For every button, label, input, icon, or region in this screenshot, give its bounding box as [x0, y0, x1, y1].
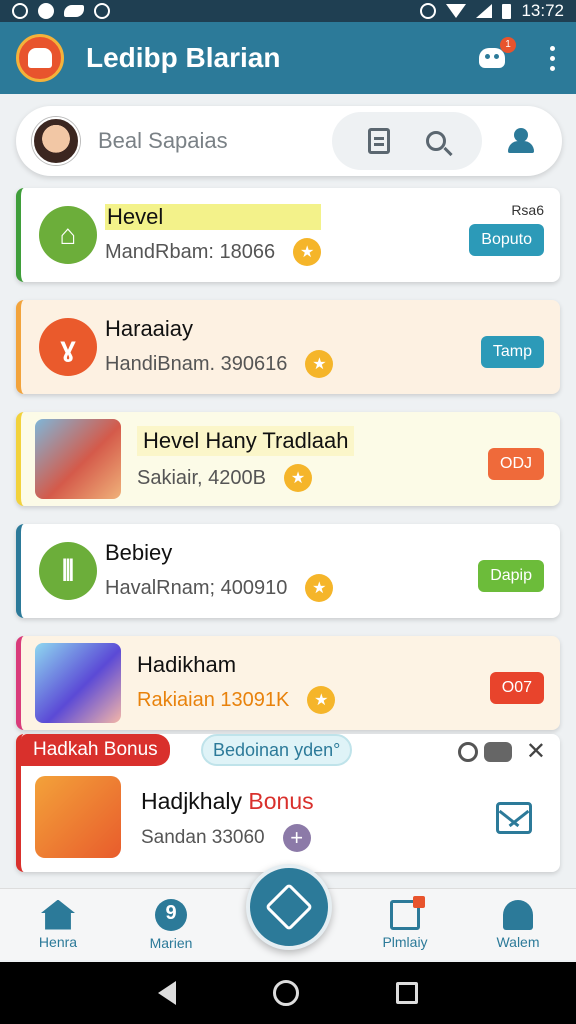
- item-subtitle: HandiBnam. 390616: [105, 352, 288, 375]
- nav-item-home[interactable]: Henra: [20, 889, 96, 960]
- bonus-card[interactable]: Hadkah Bonus Bedoinan yden° ✕ Hadjkhaly …: [16, 734, 560, 872]
- item-list: ⌂ Hevel MandRbam: 18066 ★ Rsa6 Boputo ɣ H…: [16, 188, 560, 748]
- item-subtitle: Sakiair, 4200B: [137, 466, 266, 489]
- item-title: Haraaiay: [105, 316, 194, 341]
- search-icon[interactable]: [457, 742, 478, 762]
- item-title: Hevel Hany Tradlaah: [137, 426, 355, 456]
- item-title: Bebiey: [105, 540, 173, 565]
- bonus-title: Hadjkhaly Bonus: [141, 788, 314, 814]
- signal-icon: [476, 4, 493, 18]
- children-photo: [35, 419, 121, 499]
- item-action-button[interactable]: Tamp: [480, 336, 544, 368]
- item-title: Hevel: [105, 204, 322, 230]
- bonus-subtitle: Sandan 33060: [141, 827, 265, 848]
- star-icon[interactable]: ★: [305, 350, 334, 378]
- hands-icon: ɣ: [39, 318, 97, 376]
- tag-icon[interactable]: [483, 742, 512, 762]
- star-icon[interactable]: ★: [283, 464, 312, 492]
- item-subtitle: Rakiaian 13091K: [137, 688, 290, 711]
- bonus-chip[interactable]: Bedoinan yden°: [201, 734, 353, 766]
- nav-item-profile[interactable]: Walem: [480, 889, 556, 960]
- app-logo[interactable]: [16, 34, 64, 82]
- search-icon[interactable]: [426, 131, 446, 151]
- nav-item-map[interactable]: Marien: [133, 889, 209, 960]
- scan-icon: [264, 882, 314, 932]
- star-icon[interactable]: ★: [305, 574, 334, 602]
- item-action-button[interactable]: Boputo: [469, 224, 544, 256]
- search-actions: [332, 112, 482, 170]
- item-title: Hadikham: [137, 652, 237, 677]
- book-stack-icon: ⫴: [39, 542, 97, 600]
- search-bar: Beal Sapaias: [16, 106, 562, 176]
- item-subtitle: MandRbam: 18066: [105, 240, 276, 263]
- compass-icon: [94, 3, 110, 19]
- status-bar: 13:72: [0, 0, 576, 22]
- item-action-button[interactable]: Dapip: [478, 560, 544, 592]
- close-icon[interactable]: ✕: [526, 740, 546, 764]
- notification-dot-icon: [38, 3, 54, 19]
- home-icon: [41, 899, 75, 930]
- bonus-tools: ✕: [457, 740, 546, 764]
- battery-icon: [502, 3, 512, 19]
- profile-icon[interactable]: [506, 128, 536, 154]
- book-photo: [35, 643, 121, 723]
- list-item[interactable]: Hadikham Rakiaian 13091K ★ O07: [16, 636, 560, 730]
- nav-item-documents[interactable]: Plmlaiy: [367, 889, 443, 960]
- notification-badge: 1: [500, 37, 516, 53]
- recents-button[interactable]: [395, 982, 418, 1004]
- star-icon[interactable]: ★: [307, 686, 336, 714]
- mail-button[interactable]: [496, 802, 532, 834]
- user-icon: [503, 899, 533, 930]
- list-item[interactable]: ⫴ Bebiey HavalRnam; 400910 ★ Dapip: [16, 524, 560, 618]
- wifi-icon: [446, 4, 467, 18]
- bonus-tag: Hadkah Bonus: [21, 734, 170, 766]
- add-icon[interactable]: +: [282, 824, 311, 852]
- back-button[interactable]: [158, 981, 177, 1005]
- bonus-thumbnail: [35, 776, 121, 858]
- star-icon[interactable]: ★: [293, 238, 322, 266]
- list-item[interactable]: ɣ Haraaiay HandiBnam. 390616 ★ Tamp: [16, 300, 560, 394]
- status-time: 13:72: [521, 1, 564, 20]
- bird-icon: [64, 5, 84, 17]
- list-item[interactable]: Hevel Hany Tradlaah Sakiair, 4200B ★ ODJ: [16, 412, 560, 506]
- home-button[interactable]: [272, 980, 299, 1006]
- fab-button[interactable]: [246, 864, 332, 950]
- assistant-button[interactable]: 1: [476, 37, 516, 73]
- list-icon[interactable]: [368, 128, 390, 154]
- sync-icon: [12, 3, 28, 19]
- system-nav: [0, 962, 576, 1024]
- alarm-icon: [420, 3, 437, 19]
- avatar[interactable]: [32, 117, 80, 165]
- item-action-button[interactable]: O07: [489, 672, 544, 704]
- list-item[interactable]: ⌂ Hevel MandRbam: 18066 ★ Rsa6 Boputo: [16, 188, 560, 282]
- app-title: Ledibp Blarian: [86, 42, 281, 73]
- more-options-button[interactable]: [544, 45, 560, 71]
- item-subtitle: HavalRnam; 400910: [105, 576, 288, 599]
- robot-icon: [479, 48, 505, 68]
- trash-icon: ⌂: [39, 206, 97, 264]
- map-pin-icon: [155, 898, 187, 931]
- item-action-button[interactable]: ODJ: [488, 448, 544, 480]
- item-meta: Rsa6: [511, 202, 544, 218]
- document-icon: [390, 895, 425, 930]
- app-bar: Ledibp Blarian 1: [0, 22, 576, 94]
